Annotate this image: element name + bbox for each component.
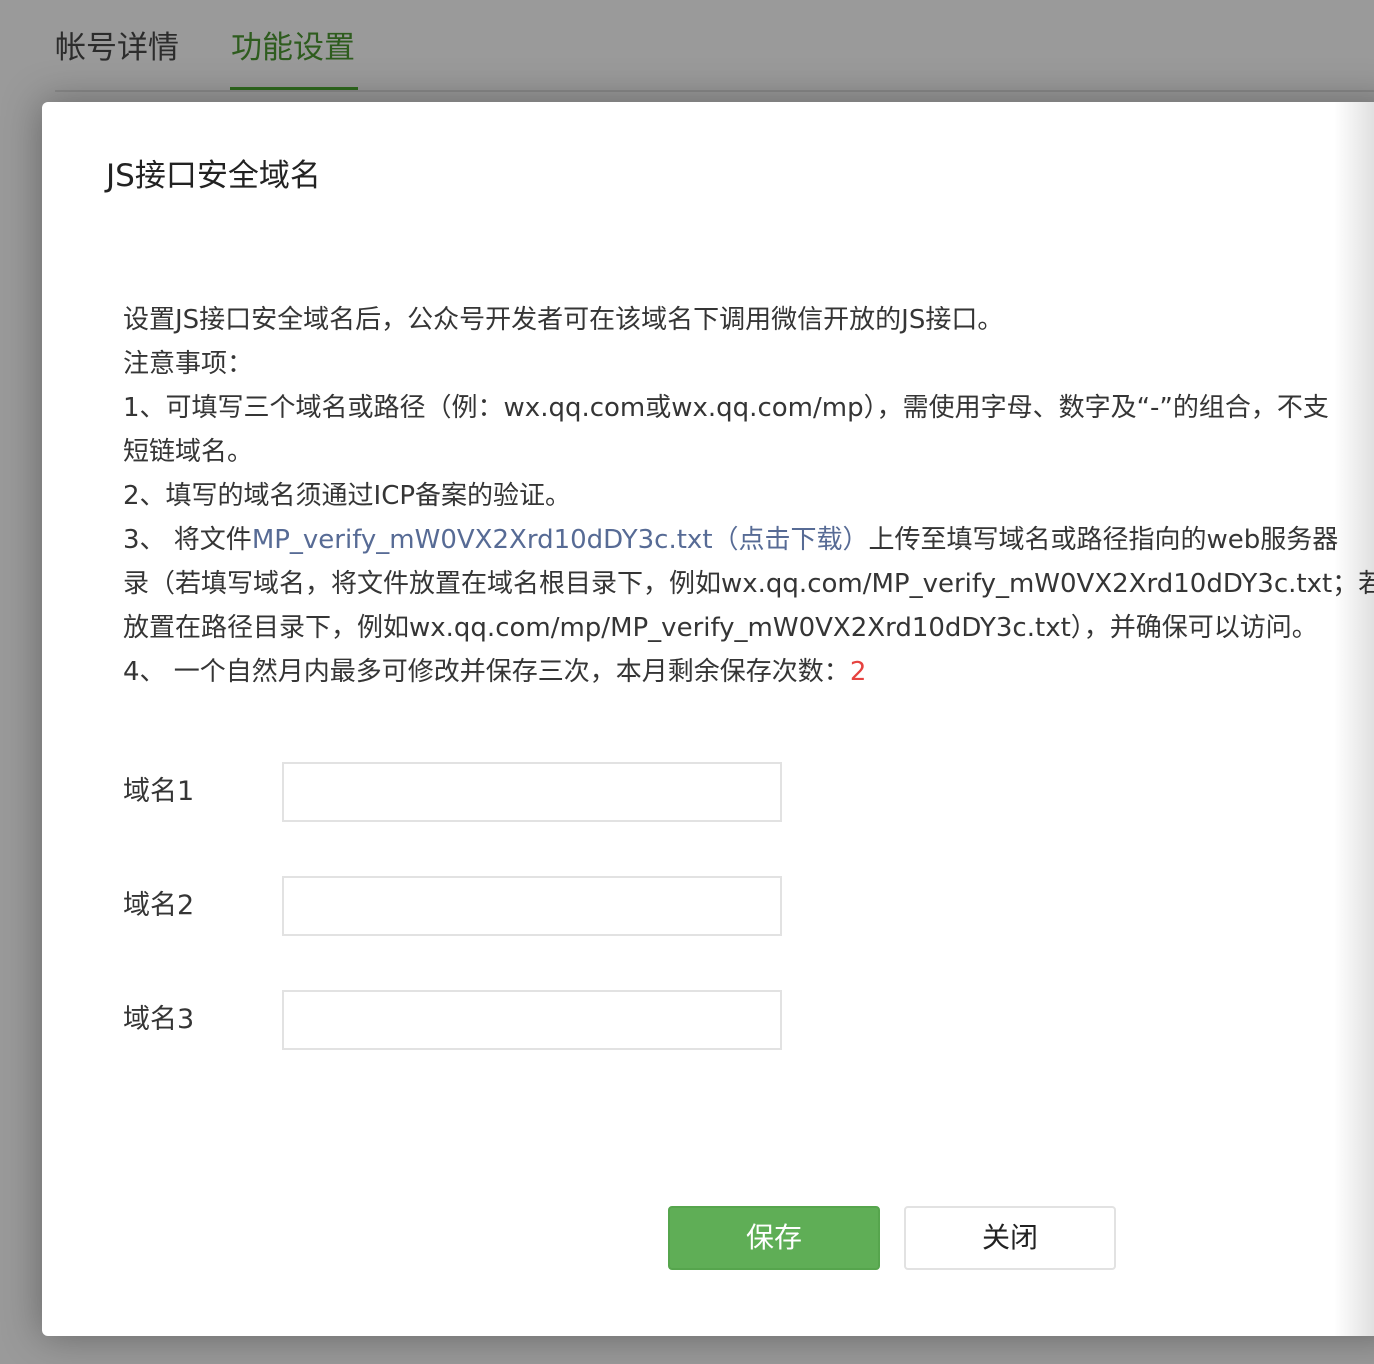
note-3-line-3: 放置在路径目录下，例如wx.qq.com/mp/MP_verify_mW0VX2… xyxy=(123,613,1318,643)
note-1-line-1: 1、可填写三个域名或路径（例：wx.qq.com或wx.qq.com/mp），需… xyxy=(123,393,1329,423)
domain-1-label: 域名1 xyxy=(123,776,195,807)
note-3-line-1: 3、 将文件MP_verify_mW0VX2Xrd10dDY3c.txt（点击下… xyxy=(123,518,1374,562)
intro-text: 设置JS接口安全域名后，公众号开发者可在该域名下调用微信开放的JS接口。 xyxy=(123,305,1004,335)
domain-2-input[interactable] xyxy=(282,876,782,936)
domain-3-label: 域名3 xyxy=(123,1004,195,1035)
verify-file-download-link[interactable]: MP_verify_mW0VX2Xrd10dDY3c.txt（点击下载） xyxy=(252,525,869,555)
note-1-line-2: 短链域名。 xyxy=(123,437,254,467)
note-3-line-2: 录（若填写域名，将文件放置在域名根目录下，例如wx.qq.com/MP_veri… xyxy=(123,569,1374,599)
tabs-divider xyxy=(55,90,1374,92)
note-3-prefix: 3、 将文件 xyxy=(123,525,252,555)
domain-3-input[interactable] xyxy=(282,990,782,1050)
note-3-suffix: 上传至填写域名或路径指向的web服务器 xyxy=(868,525,1339,555)
tab-function-settings[interactable]: 功能设置 xyxy=(231,28,355,68)
note-2: 2、填写的域名须通过ICP备案的验证。 xyxy=(123,481,572,511)
close-button[interactable]: 关闭 xyxy=(904,1206,1116,1270)
notes-heading: 注意事项： xyxy=(123,349,254,379)
dialog-description: 设置JS接口安全域名后，公众号开发者可在该域名下调用微信开放的JS接口。 注意事… xyxy=(123,298,1374,694)
save-button[interactable]: 保存 xyxy=(668,1206,880,1270)
domain-2-label: 域名2 xyxy=(123,890,195,921)
note-4-prefix: 4、 一个自然月内最多可修改并保存三次，本月剩余保存次数： xyxy=(123,657,850,687)
remaining-save-count: 2 xyxy=(849,657,867,687)
js-domain-dialog: JS接口安全域名 设置JS接口安全域名后，公众号开发者可在该域名下调用微信开放的… xyxy=(42,102,1374,1336)
tab-account-details[interactable]: 帐号详情 xyxy=(55,28,179,68)
top-tabs: 帐号详情 功能设置 xyxy=(0,0,1374,92)
domain-1-input[interactable] xyxy=(282,762,782,822)
dialog-title: JS接口安全域名 xyxy=(106,158,321,194)
note-4: 4、 一个自然月内最多可修改并保存三次，本月剩余保存次数：2 xyxy=(123,650,1374,694)
